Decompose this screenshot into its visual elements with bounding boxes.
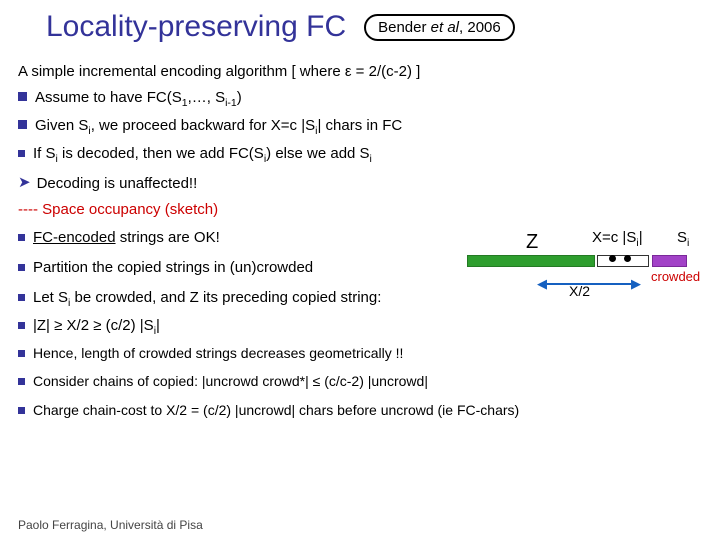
citation-badge: Bender et al, 2006 (364, 14, 515, 41)
diagram-x2-label: X/2 (569, 283, 590, 299)
header-row: Locality-preserving FC Bender et al, 200… (18, 10, 702, 44)
bullet-hence: Hence, length of crowded strings decreas… (18, 342, 702, 364)
diagram-x-label: X=c |Si| (592, 229, 643, 249)
diagram-si-label: Si (677, 229, 689, 249)
square-icon (18, 294, 25, 301)
bullet-charge: Charge chain-cost to X/2 = (c/2) |uncrow… (18, 399, 702, 421)
square-icon (18, 150, 25, 157)
diagram-white-bar (597, 255, 649, 267)
bullet-assume: Assume to have FC(S1,…, Si-1) (18, 86, 702, 112)
dot-icon (624, 255, 631, 262)
square-icon (18, 264, 25, 271)
diagram-green-bar (467, 255, 595, 267)
cite-suffix: , 2006 (459, 19, 501, 36)
dot-icon (609, 255, 616, 262)
square-icon (18, 234, 25, 241)
bullet-inequality: |Z| ≥ X/2 ≥ (c/2) |Si| (18, 314, 702, 340)
square-icon (18, 120, 27, 129)
square-icon (18, 92, 27, 101)
square-icon (18, 350, 25, 357)
diagram: Z X=c |Si| Si crowded ◀▶ X/2 (467, 233, 707, 298)
diagram-purple-bar (652, 255, 687, 267)
square-icon (18, 407, 25, 414)
sketch-heading: ---- Space occupancy (sketch) (18, 198, 702, 222)
intro-line: A simple incremental encoding algorithm … (18, 60, 702, 84)
square-icon (18, 322, 25, 329)
footer-author: Paolo Ferragina, Università di Pisa (18, 518, 203, 532)
diagram-z-label: Z (526, 231, 538, 254)
arrow-icon: ➤ (18, 171, 31, 195)
bullet-decoded: If Si is decoded, then we add FC(Si) els… (18, 142, 702, 168)
bullet-decoding: ➤Decoding is unaffected!! (18, 171, 702, 196)
slide-title: Locality-preserving FC (18, 10, 346, 44)
cite-prefix: Bender (378, 19, 431, 36)
square-icon (18, 378, 25, 385)
bullet-given: Given Si, we proceed backward for X=c |S… (18, 114, 702, 140)
cite-italic: et al (431, 19, 459, 36)
bullet-chains: Consider chains of copied: |uncrowd crow… (18, 370, 702, 392)
diagram-crowded-label: crowded (651, 269, 700, 284)
